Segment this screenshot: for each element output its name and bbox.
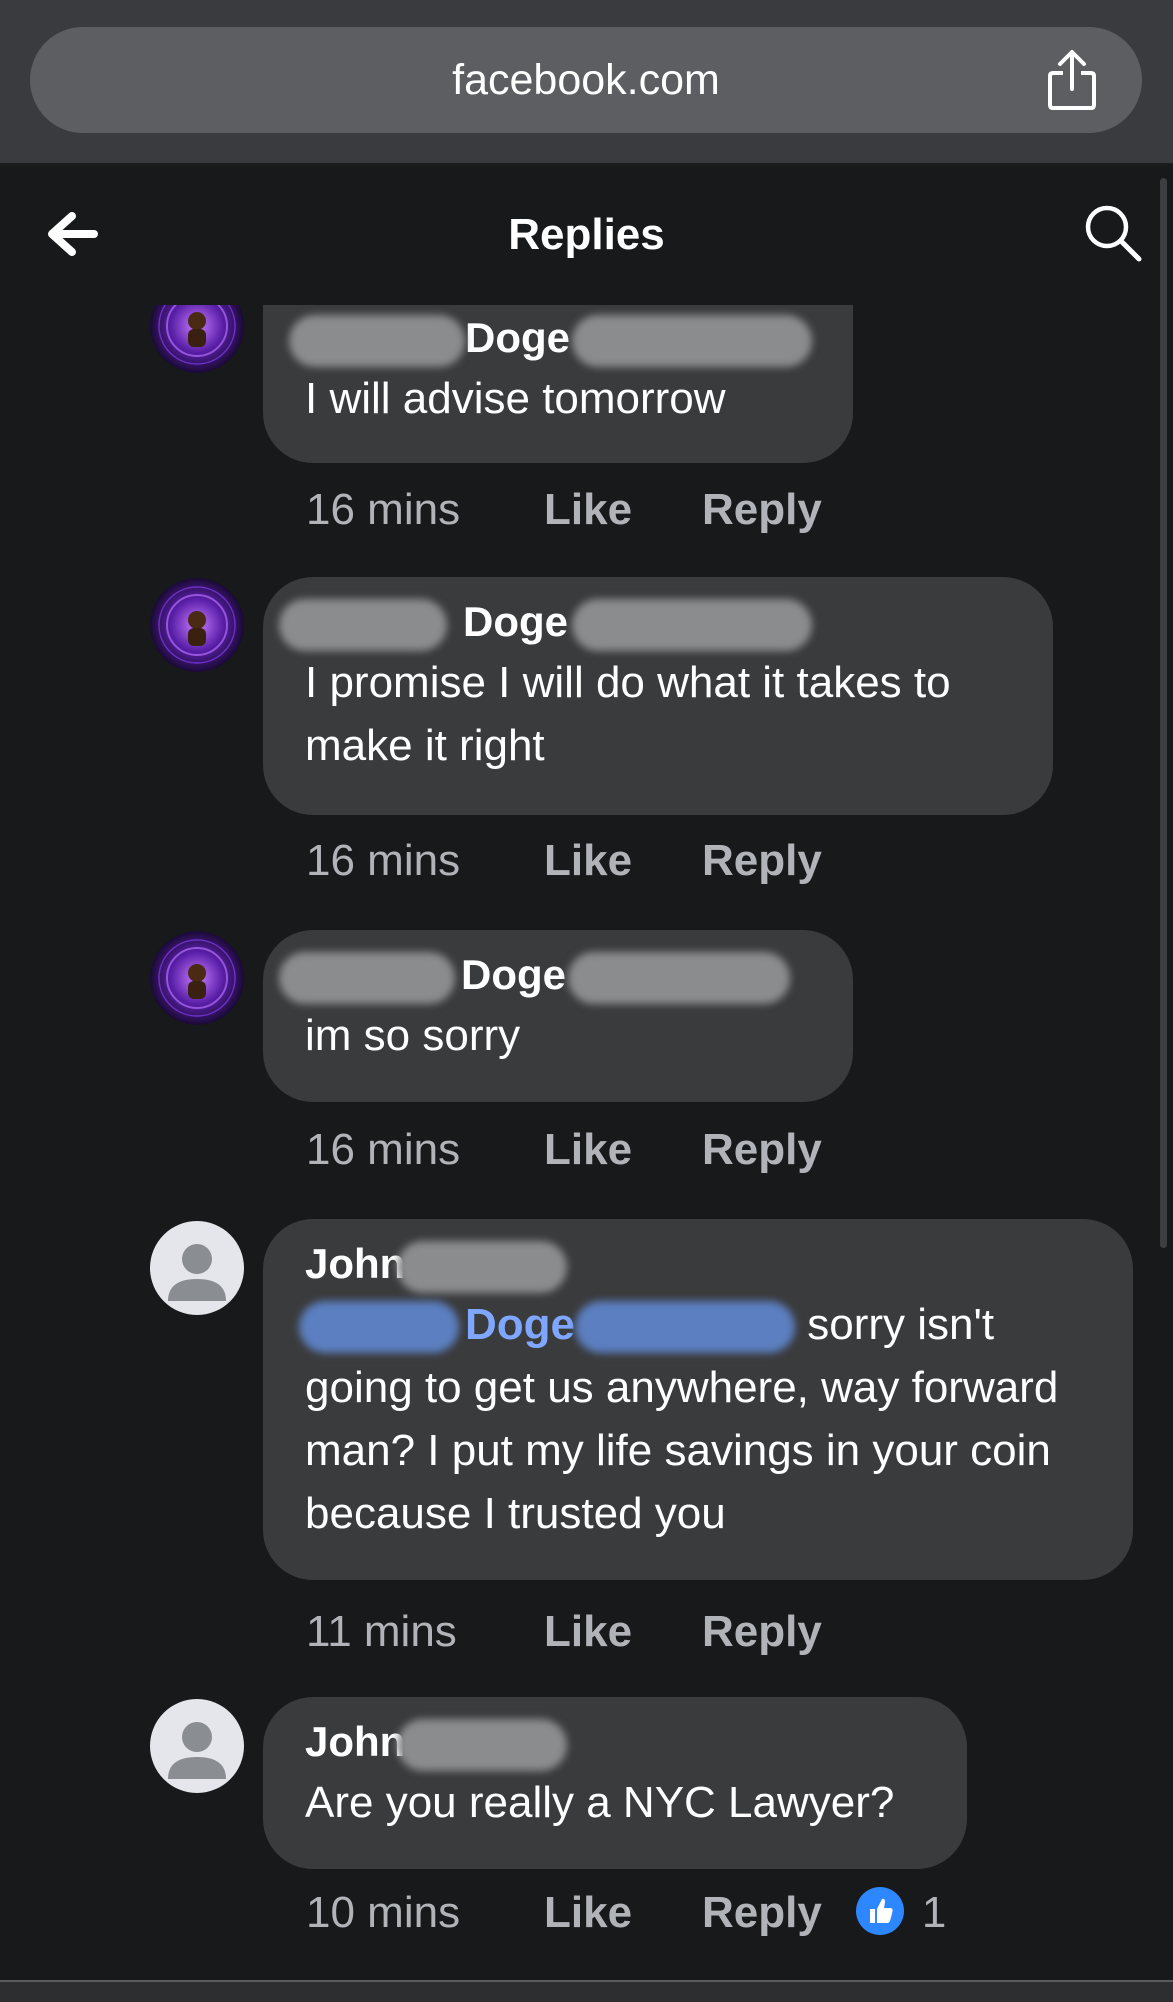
comment-bubble[interactable]: John Doge sorry isn't going to get us an… bbox=[263, 1219, 1133, 1580]
replies-header: Replies bbox=[0, 165, 1173, 305]
redacted-name bbox=[397, 1240, 568, 1293]
comment-actions: 16 mins Like Reply bbox=[306, 831, 822, 891]
redacted-name bbox=[397, 1718, 568, 1771]
mention-link[interactable]: Doge bbox=[465, 1300, 575, 1349]
default-profile-avatar[interactable] bbox=[150, 1699, 244, 1793]
address-bar[interactable]: facebook.com bbox=[30, 27, 1142, 133]
comment-time[interactable]: 10 mins bbox=[306, 1883, 542, 1943]
bottom-bar bbox=[0, 1980, 1173, 2002]
comment-author[interactable]: Doge bbox=[279, 593, 1011, 651]
purple-logo-avatar[interactable] bbox=[150, 578, 244, 672]
redacted-name bbox=[568, 951, 790, 1004]
comment-actions: 16 mins Like Reply bbox=[306, 480, 822, 540]
redacted-name bbox=[572, 314, 812, 367]
like-button[interactable]: Like bbox=[544, 1120, 702, 1180]
comment-bubble[interactable]: Doge I promise I will do what it takes t… bbox=[263, 577, 1053, 815]
redacted-name bbox=[279, 951, 455, 1004]
search-icon[interactable] bbox=[1083, 203, 1143, 263]
redacted-name bbox=[572, 598, 812, 651]
comment-text: im so sorry bbox=[305, 1011, 521, 1060]
like-button[interactable]: Like bbox=[544, 1602, 702, 1662]
like-button[interactable]: Like bbox=[544, 480, 702, 540]
comment-text: I will advise tomorrow bbox=[305, 374, 726, 423]
purple-logo-avatar[interactable] bbox=[150, 931, 244, 1025]
comment-actions: 11 mins Like Reply bbox=[306, 1602, 822, 1662]
purple-logo-avatar[interactable] bbox=[150, 305, 244, 373]
comment-bubble[interactable]: Doge im so sorry bbox=[263, 930, 853, 1102]
comment-bubble[interactable]: John Are you really a NYC Lawyer? bbox=[263, 1697, 967, 1869]
comment-author[interactable]: Doge bbox=[279, 946, 811, 1004]
reply-button[interactable]: Reply bbox=[702, 480, 822, 540]
reply-button[interactable]: Reply bbox=[702, 1883, 822, 1943]
comment-text: Are you really a NYC Lawyer? bbox=[305, 1778, 895, 1827]
comment-text: I promise I will do what it takes to mak… bbox=[305, 658, 951, 770]
reply-button[interactable]: Reply bbox=[702, 1120, 822, 1180]
redacted-mention bbox=[575, 1301, 795, 1354]
thumbs-up-icon[interactable] bbox=[855, 1887, 904, 1936]
comment-time[interactable]: 16 mins bbox=[306, 831, 542, 891]
comment-actions: 10 mins Like Reply 1 bbox=[306, 1883, 946, 1943]
default-profile-avatar[interactable] bbox=[150, 1221, 244, 1315]
reply-button[interactable]: Reply bbox=[702, 1602, 822, 1662]
share-icon[interactable] bbox=[1042, 49, 1102, 111]
browser-toolbar: facebook.com bbox=[0, 0, 1173, 165]
page-title: Replies bbox=[508, 210, 665, 259]
comment-author[interactable]: John bbox=[305, 1713, 925, 1771]
comment-author[interactable]: John bbox=[305, 1235, 1091, 1293]
comment-bubble[interactable]: Doge I will advise tomorrow bbox=[263, 305, 853, 463]
redacted-name bbox=[279, 598, 447, 651]
redacted-name bbox=[289, 314, 465, 367]
like-button[interactable]: Like bbox=[544, 1883, 702, 1943]
like-button[interactable]: Like bbox=[544, 831, 702, 891]
comment-author[interactable]: Doge bbox=[289, 309, 812, 367]
url-text: facebook.com bbox=[452, 56, 720, 104]
comment-time[interactable]: 11 mins bbox=[306, 1602, 542, 1662]
redacted-mention bbox=[299, 1301, 459, 1354]
reply-button[interactable]: Reply bbox=[702, 831, 822, 891]
comment-time[interactable]: 16 mins bbox=[306, 1120, 542, 1180]
comment-actions: 16 mins Like Reply bbox=[306, 1120, 822, 1180]
replies-list: Doge I will advise tomorrow 16 mins Like R… bbox=[0, 305, 1173, 1980]
reaction-count: 1 bbox=[921, 1888, 947, 1937]
comment-text: Doge sorry isn't going to get us anywher… bbox=[299, 1293, 1091, 1545]
comment-time[interactable]: 16 mins bbox=[306, 480, 542, 540]
